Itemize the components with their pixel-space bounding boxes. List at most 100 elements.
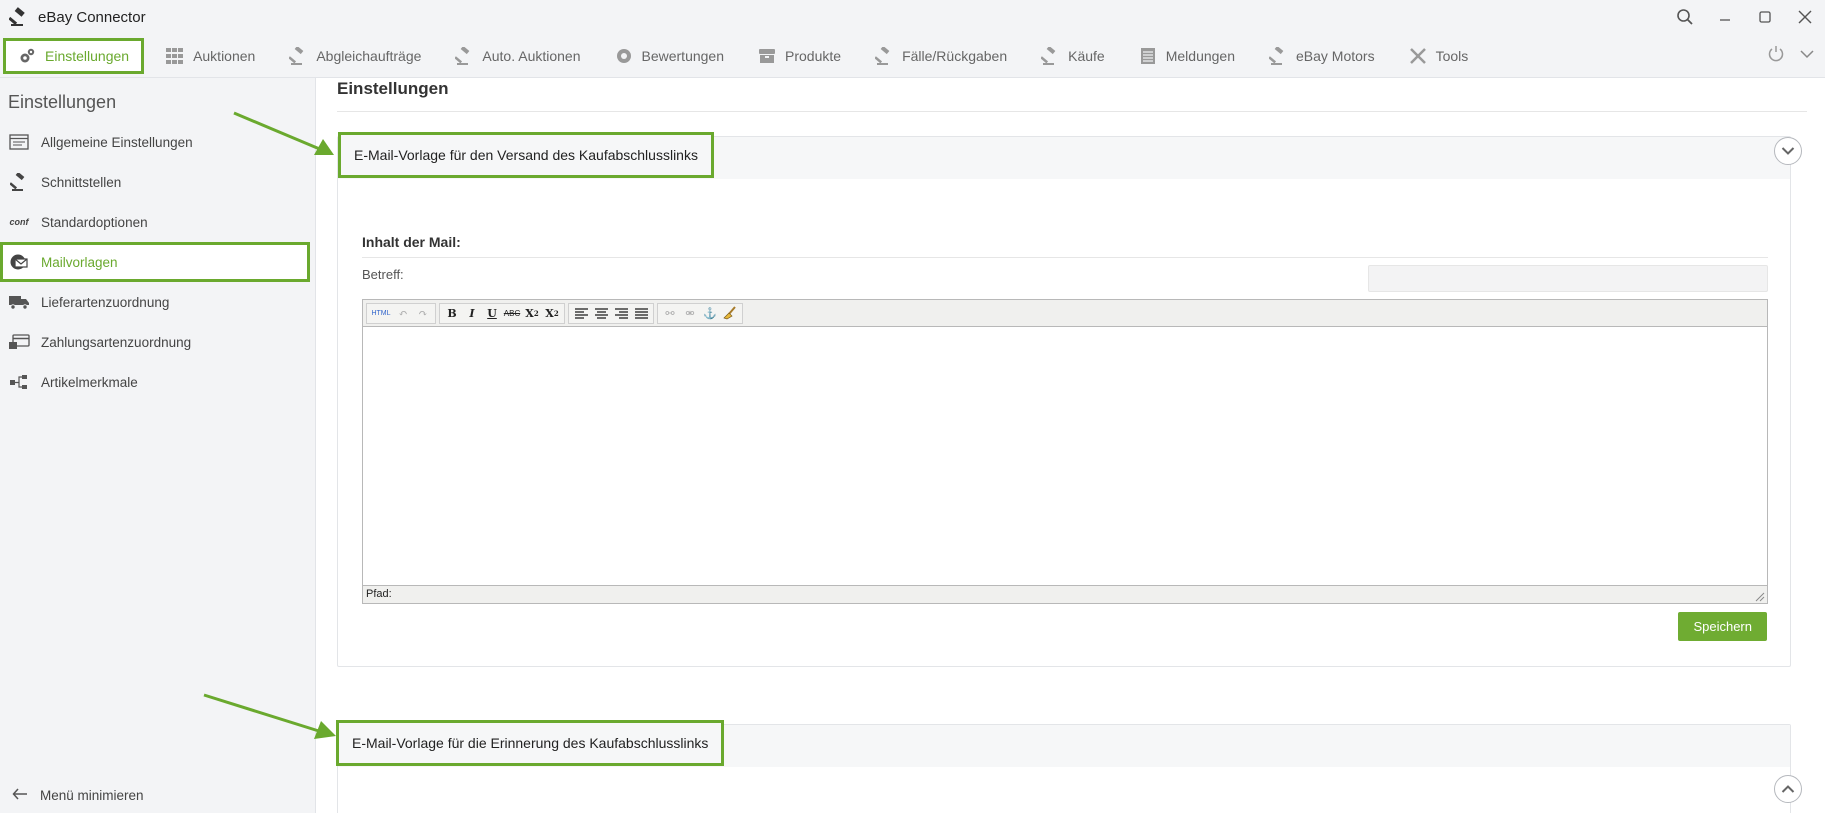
- subscript-icon[interactable]: X2: [522, 304, 542, 323]
- editor-content-area[interactable]: [363, 327, 1767, 585]
- menu-item-auto-auktionen[interactable]: Auto. Auktionen: [443, 38, 592, 74]
- card-header[interactable]: E-Mail-Vorlage für die Erinnerung des Ka…: [336, 720, 1790, 767]
- mail-template-card-versand: E-Mail-Vorlage für den Versand des Kaufa…: [337, 132, 1802, 667]
- sidebar-item-lieferartenzuordnung[interactable]: Lieferartenzuordnung: [0, 282, 315, 322]
- menu-item-label: Fälle/Rückgaben: [902, 47, 1008, 64]
- html-source-icon[interactable]: HTML: [369, 304, 393, 323]
- menu-item-bewertungen[interactable]: Bewertungen: [603, 38, 737, 74]
- sidebar-item-label: Schnittstellen: [41, 174, 122, 190]
- sidebar-item-artikelmerkmale[interactable]: Artikelmerkmale: [0, 362, 315, 402]
- sidebar-item-zahlungsartenzuordnung[interactable]: Zahlungsartenzuordnung: [0, 322, 315, 362]
- toolbar-group-format: B I U ABC X2 X2: [439, 302, 565, 324]
- minimize-icon[interactable]: [1705, 0, 1745, 34]
- conf-icon: conf: [9, 217, 29, 227]
- app-title: eBay Connector: [38, 8, 146, 26]
- anchor-icon[interactable]: ⚓: [700, 304, 720, 323]
- window-icon: [8, 133, 30, 151]
- notepad-icon: [1139, 47, 1157, 65]
- close-icon[interactable]: [1785, 0, 1825, 34]
- toolbar-group-align: [568, 302, 654, 324]
- menu-actions: [1767, 34, 1815, 78]
- menu-item-label: eBay Motors: [1296, 47, 1375, 64]
- align-center-icon[interactable]: [591, 304, 611, 323]
- resize-grip-icon[interactable]: [1755, 591, 1765, 602]
- main-content: Einstellungen E-Mail-Vorlage für den Ver…: [317, 78, 1825, 813]
- cleanup-brush-icon[interactable]: [720, 304, 740, 323]
- mail-template-card-erinnerung: E-Mail-Vorlage für die Erinnerung des Ka…: [336, 720, 1802, 813]
- menu-item-label: Käufe: [1068, 47, 1105, 64]
- annotation-arrow-icon: [233, 111, 334, 155]
- arrow-left-icon: [12, 788, 28, 803]
- menu-item-tools[interactable]: Tools: [1397, 38, 1481, 74]
- menu-item-label: Auktionen: [193, 47, 256, 64]
- collapse-chevron-down-icon[interactable]: [1774, 137, 1802, 165]
- strikethrough-icon[interactable]: ABC: [502, 304, 522, 323]
- tools-icon: [1409, 47, 1427, 65]
- underline-icon[interactable]: U: [482, 304, 502, 323]
- menu-item-label: Auto. Auktionen: [482, 47, 581, 64]
- gavel-icon: [875, 46, 893, 65]
- sidebar-item-label: Standardoptionen: [41, 214, 148, 230]
- sidebar-item-label: Mailvorlagen: [41, 254, 118, 270]
- sidebar-item-label: Allgemeine Einstellungen: [41, 134, 193, 150]
- search-icon[interactable]: [1665, 0, 1705, 34]
- gears-icon: [18, 47, 36, 65]
- menu-item-label: Bewertungen: [641, 47, 725, 64]
- sidebar-item-mailvorlagen[interactable]: Mailvorlagen: [0, 242, 310, 282]
- menu-item-produkte[interactable]: Produkte: [746, 38, 853, 74]
- editor-toolbar: HTML ↶ ↷ B I U ABC X2 X2 ⚯ ⚮ ⚓: [363, 300, 1767, 327]
- sidebar-item-schnittstellen[interactable]: Schnittstellen: [0, 162, 315, 202]
- menu-item-ebay-motors[interactable]: eBay Motors: [1257, 38, 1387, 74]
- superscript-icon[interactable]: X2: [542, 304, 562, 323]
- bold-icon[interactable]: B: [442, 304, 462, 323]
- editor-statusbar: Pfad:: [363, 585, 1767, 603]
- unlink-icon[interactable]: ⚮: [680, 304, 700, 323]
- menu-item-label: Produkte: [785, 47, 842, 64]
- align-left-icon[interactable]: [571, 304, 591, 323]
- menu-item-abgleichauftraege[interactable]: Abgleichaufträge: [277, 38, 433, 74]
- minimize-menu-label: Menü minimieren: [40, 788, 144, 803]
- box-icon: [758, 47, 776, 65]
- card-header-title: E-Mail-Vorlage für die Erinnerung des Ka…: [336, 720, 725, 766]
- redo-icon[interactable]: ↷: [413, 304, 433, 323]
- card-header-title: E-Mail-Vorlage für den Versand des Kaufa…: [338, 132, 714, 178]
- subject-label: Betreff:: [362, 267, 404, 282]
- tree-icon: [8, 373, 30, 391]
- menu-item-label: Abgleichaufträge: [316, 47, 422, 64]
- menu-item-kaeufe[interactable]: Käufe: [1029, 38, 1117, 74]
- gavel-icon: [1269, 46, 1287, 65]
- maximize-icon[interactable]: [1745, 0, 1785, 34]
- title-divider: [337, 111, 1807, 112]
- refresh-icon[interactable]: [1767, 45, 1785, 68]
- card-header[interactable]: E-Mail-Vorlage für den Versand des Kaufa…: [338, 132, 1802, 179]
- main-menu: Einstellungen Auktionen Abgleichaufträge…: [0, 34, 1825, 78]
- menu-item-meldungen[interactable]: Meldungen: [1127, 38, 1247, 74]
- align-justify-icon[interactable]: [631, 304, 651, 323]
- chevron-down-icon[interactable]: [1799, 46, 1815, 67]
- align-right-icon[interactable]: [611, 304, 631, 323]
- italic-icon[interactable]: I: [462, 304, 482, 323]
- toolbar-group-history: HTML ↶ ↷: [366, 302, 436, 324]
- rich-text-editor: HTML ↶ ↷ B I U ABC X2 X2 ⚯ ⚮ ⚓ Pfad:: [362, 299, 1768, 604]
- gavel-icon: [455, 46, 473, 65]
- minimize-menu-button[interactable]: Menü minimieren: [12, 788, 144, 803]
- editor-path-label: Pfad:: [366, 588, 392, 600]
- gavel-icon: [8, 6, 30, 28]
- menu-item-auktionen[interactable]: Auktionen: [154, 38, 267, 74]
- sidebar-item-label: Zahlungsartenzuordnung: [41, 334, 192, 350]
- menu-item-einstellungen[interactable]: Einstellungen: [3, 37, 145, 74]
- sidebar-item-standardoptionen[interactable]: conf Standardoptionen: [0, 202, 315, 242]
- title-bar: eBay Connector: [0, 0, 1825, 34]
- gear-icon: [615, 47, 633, 65]
- menu-item-label: Meldungen: [1165, 47, 1235, 64]
- section-divider: [362, 257, 1768, 258]
- expand-chevron-up-icon[interactable]: [1774, 775, 1802, 803]
- link-icon[interactable]: ⚯: [660, 304, 680, 323]
- undo-icon[interactable]: ↶: [393, 304, 413, 323]
- toolbar-group-links: ⚯ ⚮ ⚓: [657, 302, 743, 324]
- sidebar-item-label: Artikelmerkmale: [41, 374, 138, 390]
- subject-input[interactable]: [1368, 265, 1768, 292]
- mail-content-label: Inhalt der Mail:: [362, 234, 461, 250]
- save-button[interactable]: Speichern: [1678, 612, 1767, 641]
- menu-item-faelle-rueckgaben[interactable]: Fälle/Rückgaben: [863, 38, 1019, 74]
